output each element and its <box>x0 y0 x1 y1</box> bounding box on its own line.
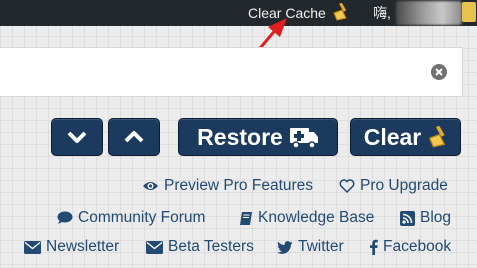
book-icon <box>240 211 252 225</box>
search-input[interactable] <box>8 48 432 96</box>
clear-cache-label: Clear Cache <box>248 5 326 21</box>
scroll-up-button[interactable] <box>108 118 160 156</box>
admin-top-bar: Clear Cache 嗨, <box>0 0 477 26</box>
redacted-username[interactable] <box>396 1 462 25</box>
envelope-icon <box>24 240 41 254</box>
chevron-down-icon <box>67 131 87 143</box>
preview-pro-features-label: Preview Pro Features <box>164 177 314 194</box>
twitter-label: Twitter <box>298 238 344 255</box>
greeting-text: 嗨, <box>373 5 391 21</box>
broom-icon <box>333 2 347 21</box>
facebook-link[interactable]: Facebook <box>369 238 451 256</box>
clear-search-icon[interactable] <box>431 64 447 80</box>
blog-link[interactable]: Blog <box>400 209 451 227</box>
community-forum-label: Community Forum <box>78 209 206 226</box>
community-forum-link[interactable]: Community Forum <box>57 209 205 227</box>
facebook-label: Facebook <box>383 238 452 255</box>
eye-icon <box>143 182 158 190</box>
clear-label: Clear <box>363 123 422 150</box>
twitter-icon <box>277 240 293 254</box>
ambulance-icon <box>289 128 318 149</box>
chevron-up-icon <box>124 131 144 143</box>
pro-upgrade-link[interactable]: Pro Upgrade <box>339 177 448 195</box>
scroll-down-button[interactable] <box>51 118 103 156</box>
restore-button[interactable]: Restore <box>178 118 338 156</box>
restore-label: Restore <box>197 123 283 150</box>
avatar[interactable] <box>462 2 476 22</box>
facebook-icon <box>370 239 378 255</box>
pro-upgrade-label: Pro Upgrade <box>360 177 448 194</box>
beta-testers-label: Beta Testers <box>168 238 254 255</box>
knowledge-base-label: Knowledge Base <box>258 209 375 226</box>
comment-icon <box>57 211 73 224</box>
search-box <box>0 47 463 97</box>
envelope-icon <box>146 240 163 254</box>
broom-icon <box>429 126 446 148</box>
preview-pro-features-link[interactable]: Preview Pro Features <box>142 177 313 195</box>
rss-icon <box>400 210 415 226</box>
knowledge-base-link[interactable]: Knowledge Base <box>239 209 374 227</box>
heart-icon <box>339 179 355 193</box>
beta-testers-link[interactable]: Beta Testers <box>146 238 254 256</box>
newsletter-label: Newsletter <box>46 238 120 255</box>
newsletter-link[interactable]: Newsletter <box>24 238 119 256</box>
clear-cache-menu-item[interactable]: Clear Cache <box>248 2 348 21</box>
clear-button[interactable]: Clear <box>350 118 461 156</box>
twitter-link[interactable]: Twitter <box>277 238 344 256</box>
blog-label: Blog <box>420 209 452 226</box>
